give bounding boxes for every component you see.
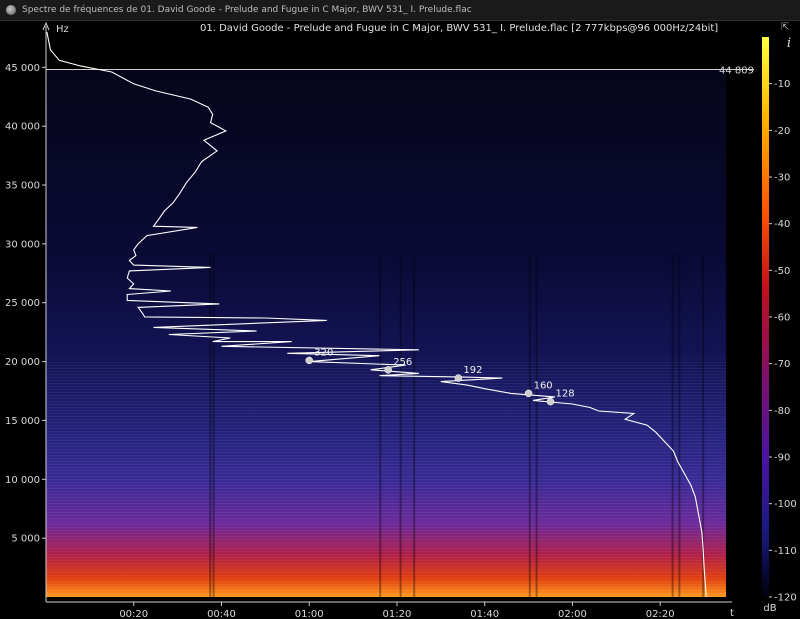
y-tick-label: 30 000	[5, 239, 40, 250]
bitrate-marker-dot	[305, 356, 313, 365]
expand-icon[interactable]: ⇱	[781, 22, 792, 33]
spectrogram-streak	[671, 254, 674, 597]
plot-area	[46, 32, 726, 597]
y-axis-label: Hz	[56, 24, 69, 35]
x-tick-label: 00:20	[119, 609, 148, 619]
colorbar-unit-label: dB	[763, 603, 776, 614]
colorbar-tick-label: -40	[774, 219, 790, 230]
bitrate-marker-dot	[454, 374, 463, 382]
colorbar-tick-label: -60	[774, 313, 790, 324]
colorbar-tick-label: -90	[774, 453, 790, 464]
colorbar-tick-label: -70	[774, 359, 790, 370]
bitrate-marker-dot	[546, 397, 555, 406]
spectrogram-chart: Hz t 5 000 10 000 15 000 20 000 25 000 30 000 35…	[5, 21, 797, 619]
spectrogram-streak	[399, 254, 402, 597]
bitrate-marker-label: 192	[463, 365, 482, 376]
above-nyquist-area	[46, 32, 726, 70]
info-icon[interactable]: i	[787, 36, 791, 51]
x-tick-label: 01:00	[295, 609, 324, 619]
colorbar-tick-label: -80	[774, 406, 790, 417]
spectrogram-streak	[678, 254, 681, 597]
bitrate-marker-label: 256	[393, 357, 412, 368]
app-icon	[6, 5, 16, 15]
colorbar-tick-label: -120	[774, 593, 797, 604]
spectrogram-streak	[535, 254, 538, 597]
spectrogram-streak	[379, 254, 382, 597]
x-tick-label: 01:40	[470, 609, 499, 619]
spectrogram-streak	[212, 254, 215, 597]
x-tick-label: 01:20	[383, 609, 412, 619]
y-tick-label: 5 000	[11, 534, 40, 545]
window-titlebar: Spectre de fréquences de 01. David Goode…	[0, 0, 800, 21]
file-info-title: 01. David Goode - Prelude and Fugue in C…	[200, 23, 719, 34]
bitrate-marker-dot	[384, 366, 392, 374]
colorbar-tick-label: -110	[774, 546, 797, 557]
y-tick-label: 45 000	[5, 63, 40, 74]
spectrogram-texture	[46, 359, 726, 597]
bitrate-marker-dot	[524, 389, 533, 398]
colorbar-tick-label: -20	[774, 126, 790, 137]
colorbar: -10 -20 -30 -40 -50 -60 -70 -80 -90 -100 -110 -120d…	[762, 37, 797, 614]
y-tick-label: 25 000	[5, 298, 40, 309]
y-tick-label: 10 000	[5, 475, 40, 486]
x-tick-label: 02:00	[558, 609, 587, 619]
bitrate-marker-label: 160	[534, 380, 553, 391]
x-tick-label: 02:20	[646, 609, 675, 619]
bitrate-marker-label: 320	[314, 347, 333, 358]
colorbar-gradient	[762, 37, 769, 597]
colorbar-tick-label: -50	[774, 266, 790, 277]
y-tick-label: 40 000	[5, 122, 40, 133]
y-tick-label: 20 000	[5, 357, 40, 368]
nyquist-label: 44 809	[719, 66, 754, 77]
x-tick-label: 00:40	[207, 609, 236, 619]
spectrogram-streak	[413, 254, 416, 597]
bitrate-marker-label: 128	[556, 389, 575, 400]
spectrogram-streak	[528, 254, 531, 597]
spectrogram-streak	[209, 254, 212, 597]
colorbar-tick-label: -100	[774, 499, 797, 510]
window-title: Spectre de fréquences de 01. David Goode…	[22, 5, 472, 15]
x-axis-label: t	[730, 608, 734, 619]
y-tick-label: 35 000	[5, 181, 40, 192]
colorbar-tick-label: -10	[774, 79, 790, 90]
colorbar-tick-label: -30	[774, 173, 790, 184]
y-tick-label: 15 000	[5, 416, 40, 427]
